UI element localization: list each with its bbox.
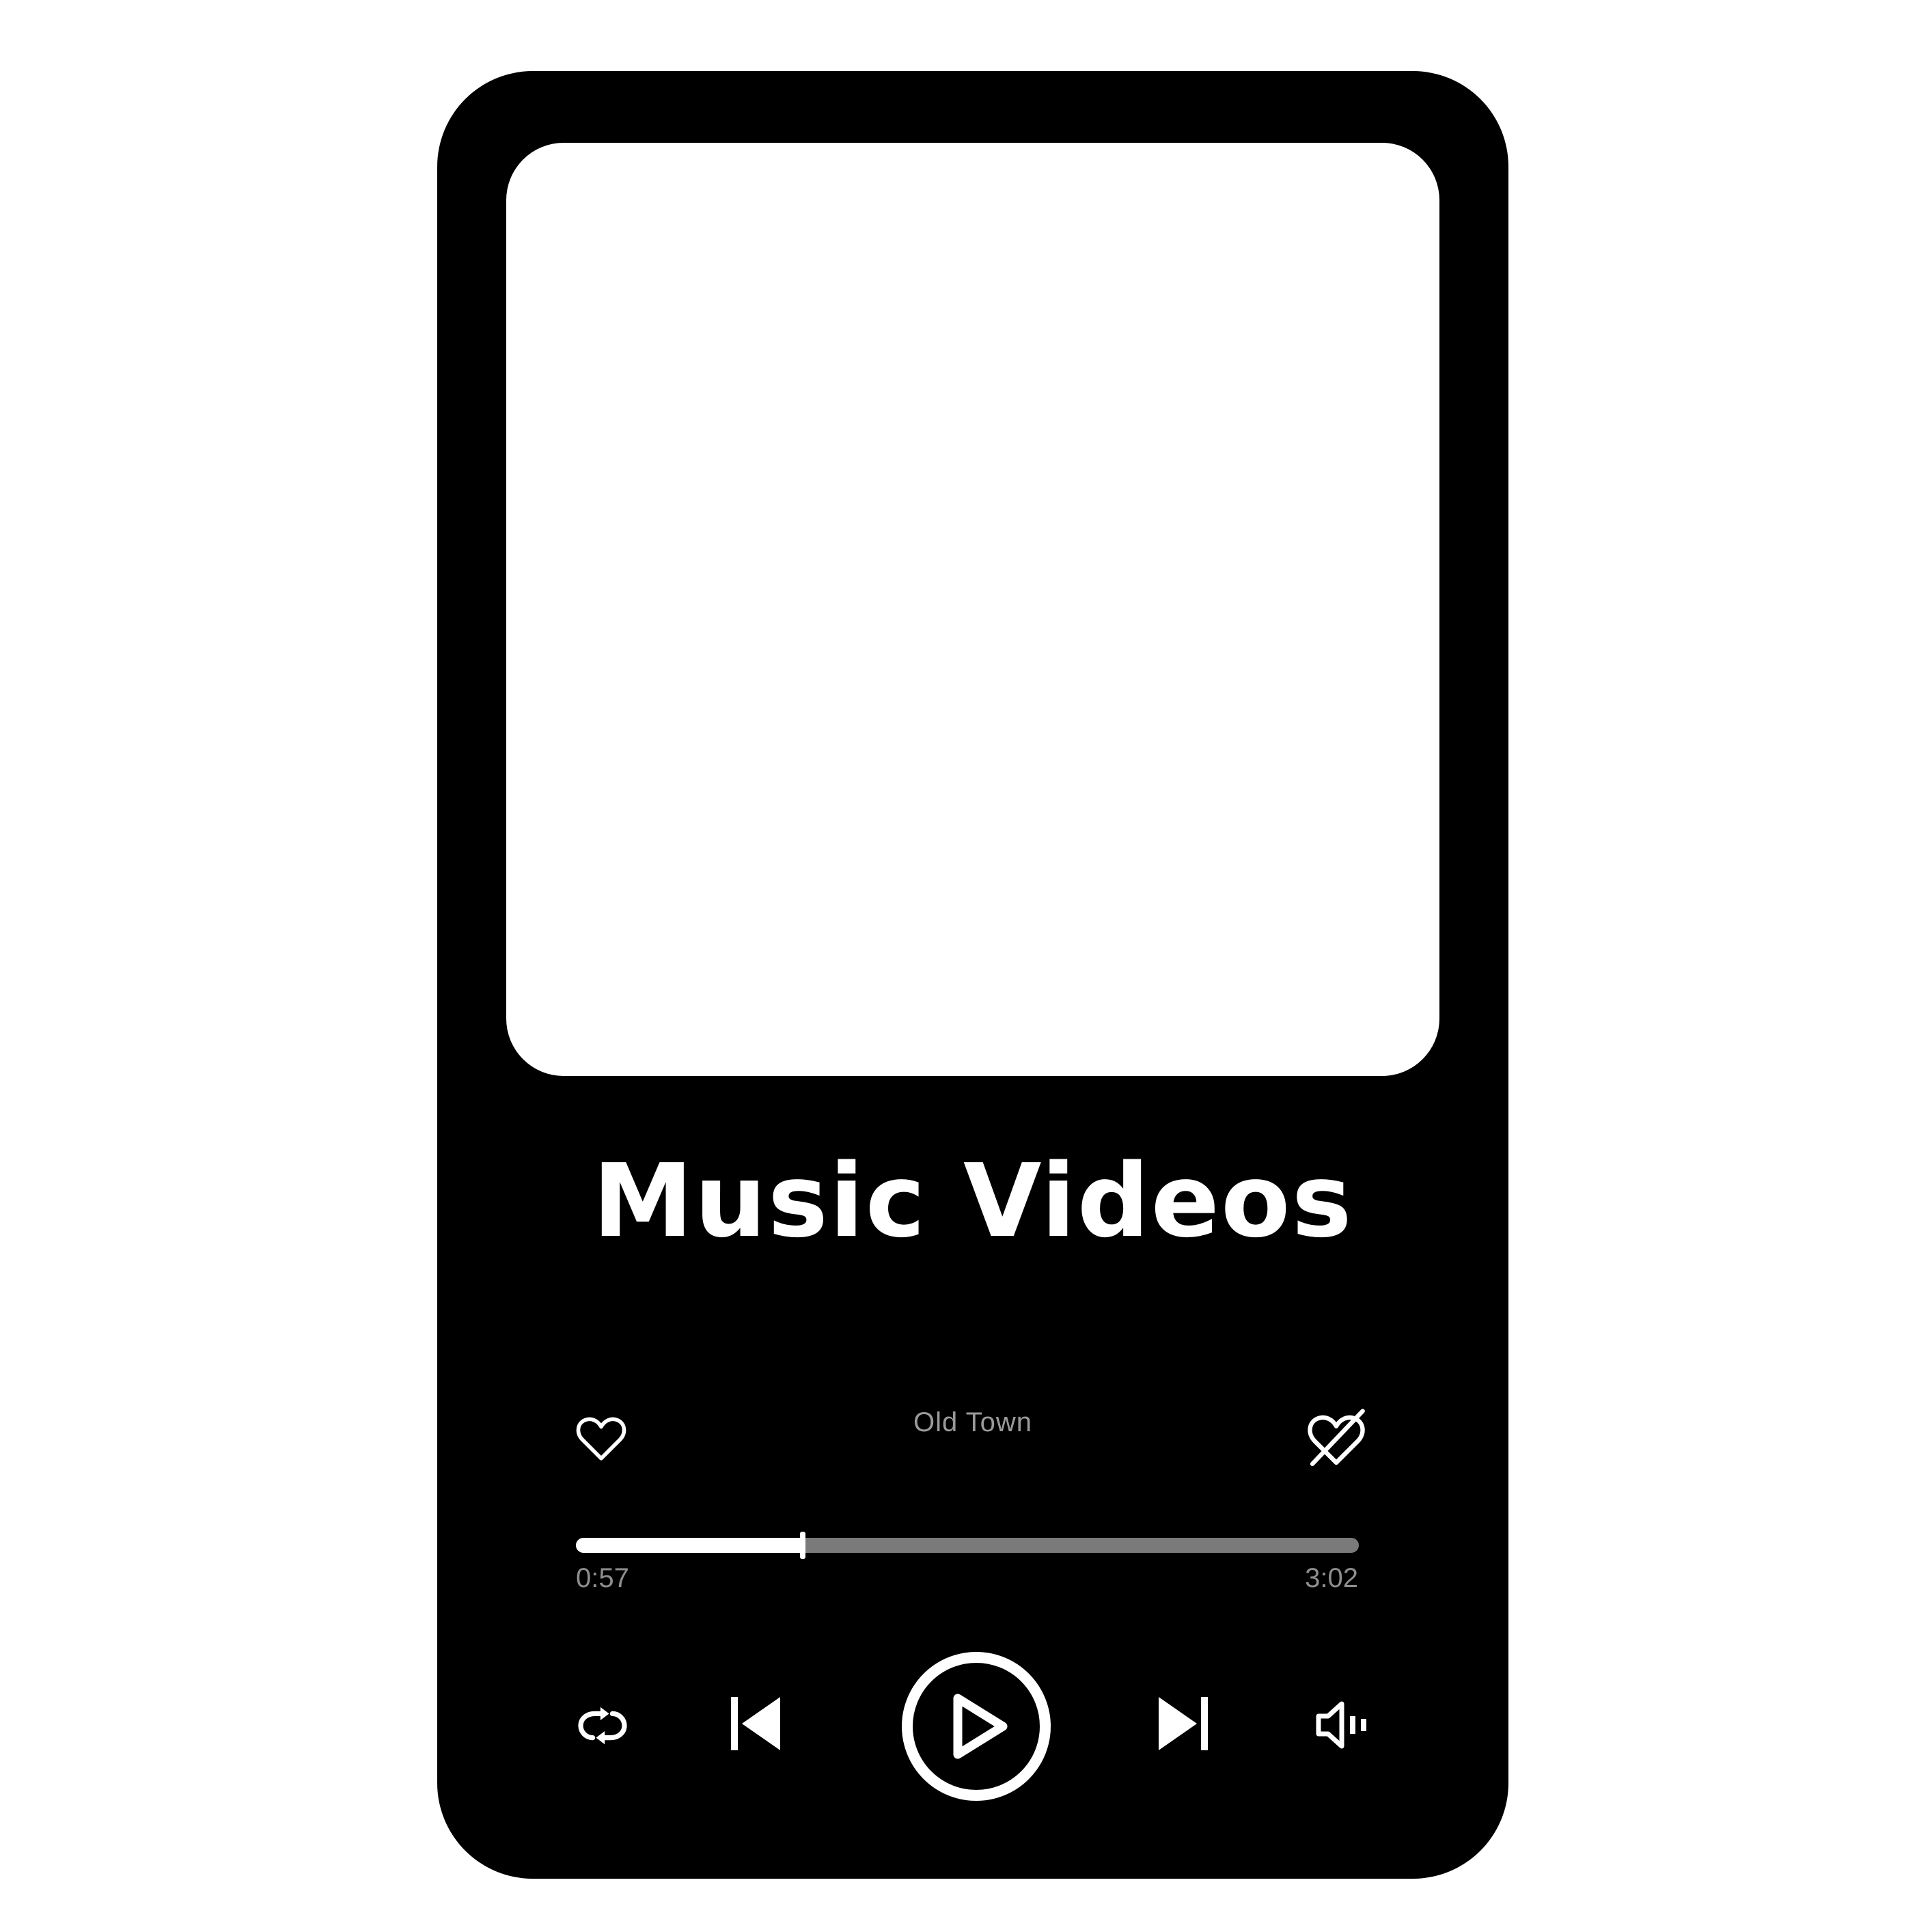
heart-crossed-icon[interactable] (1305, 1407, 1368, 1470)
video-screen[interactable] (506, 143, 1439, 1076)
music-player-device: Music Videos Old Town 0:57 3:02 (437, 71, 1508, 1879)
progress-bar[interactable] (576, 1532, 1359, 1559)
time-elapsed: 0:57 (576, 1563, 629, 1593)
skip-previous-icon[interactable] (728, 1693, 783, 1754)
play-button[interactable] (900, 1651, 1052, 1802)
progress-thumb[interactable] (800, 1532, 806, 1559)
skip-next-icon[interactable] (1156, 1693, 1211, 1754)
time-total: 3:02 (1305, 1563, 1358, 1593)
progress-fill (576, 1538, 803, 1553)
play-icon (953, 1694, 1008, 1759)
volume-icon[interactable] (1314, 1700, 1370, 1750)
player-title: Music Videos (592, 1142, 1353, 1260)
repeat-icon[interactable] (575, 1698, 630, 1753)
